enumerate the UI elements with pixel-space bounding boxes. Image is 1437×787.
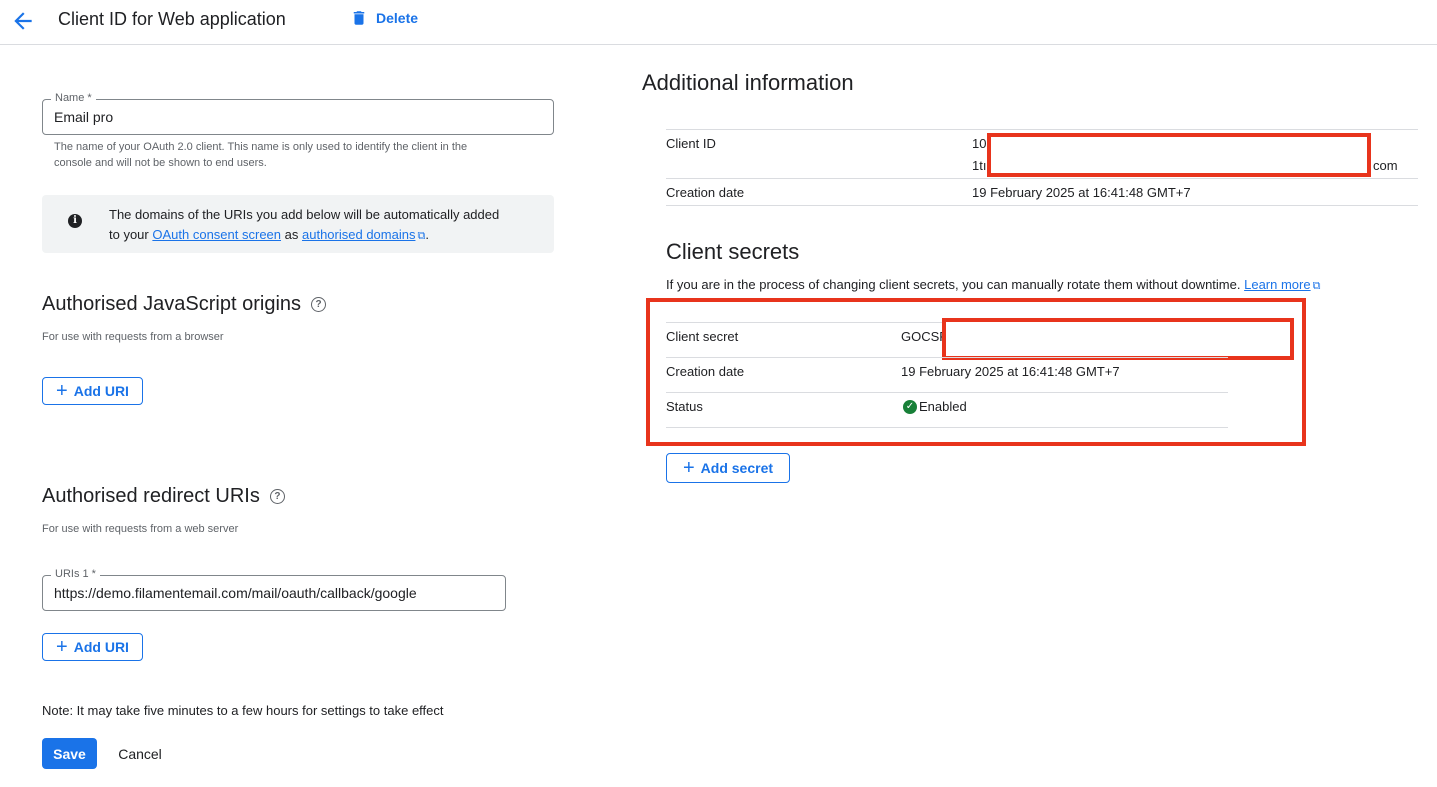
settings-note: Note: It may take five minutes to a few … bbox=[42, 703, 444, 718]
info-as: as bbox=[284, 227, 299, 242]
client-id-label: Client ID bbox=[666, 136, 716, 151]
plus-icon: + bbox=[56, 636, 68, 658]
info-line2: to your OAuth consent screen as authoris… bbox=[109, 225, 549, 246]
name-hint-line1: The name of your OAuth 2.0 client. This … bbox=[54, 141, 468, 153]
name-hint: The name of your OAuth 2.0 client. This … bbox=[54, 139, 554, 171]
authorised-domains-link[interactable]: authorised domains bbox=[302, 227, 415, 242]
cancel-button[interactable]: Cancel bbox=[108, 738, 172, 769]
help-icon[interactable]: ? bbox=[311, 297, 327, 312]
redirect-uris-heading: Authorised redirect URIs? bbox=[42, 485, 285, 508]
creation-date-label: Creation date bbox=[666, 185, 745, 200]
name-field[interactable]: Name * Email pro bbox=[42, 92, 554, 135]
additional-info-title: Additional information bbox=[642, 70, 854, 95]
client-secrets-title: Client secrets bbox=[666, 239, 800, 264]
name-field-label: Name * bbox=[51, 92, 96, 104]
client-secrets-desc-text: If you are in the process of changing cl… bbox=[666, 277, 1241, 292]
redirect-uri-field[interactable]: URIs 1 * https://demo.filamentemail.com/… bbox=[42, 568, 506, 611]
add-secret-button[interactable]: + Add secret bbox=[666, 453, 790, 483]
js-origins-title: Authorised JavaScript origins bbox=[42, 293, 302, 315]
creation-date-value: 19 February 2025 at 16:41:48 GMT+7 bbox=[972, 185, 1191, 200]
add-js-origin-label: Add URI bbox=[73, 383, 129, 399]
info-line1: The domains of the URIs you add below wi… bbox=[109, 207, 500, 222]
divider bbox=[666, 129, 1418, 130]
domains-info-box: i The domains of the URIs you add below … bbox=[42, 195, 554, 253]
oauth-consent-link[interactable]: OAuth consent screen bbox=[152, 227, 281, 242]
redirect-uris-subtitle: For use with requests from a web server bbox=[42, 523, 239, 535]
add-secret-label: Add secret bbox=[700, 460, 774, 476]
info-suffix: . bbox=[425, 227, 429, 242]
divider bbox=[666, 205, 1418, 206]
redirect-uri-value: https://demo.filamentemail.com/mail/oaut… bbox=[54, 585, 417, 601]
learn-more-link[interactable]: Learn more bbox=[1244, 277, 1310, 292]
plus-icon: + bbox=[682, 457, 695, 479]
arrow-back-icon bbox=[14, 12, 32, 30]
divider bbox=[666, 178, 1418, 179]
external-link-icon: ⧉ bbox=[1312, 280, 1321, 292]
add-js-origin-button[interactable]: + Add URI bbox=[42, 377, 143, 405]
back-button[interactable] bbox=[10, 8, 36, 34]
trash-icon bbox=[353, 11, 365, 25]
js-origins-subtitle: For use with requests from a browser bbox=[42, 331, 224, 343]
name-hint-line2: console and will not be shown to end use… bbox=[54, 157, 267, 169]
page-title: Client ID for Web application bbox=[58, 9, 286, 29]
top-bar: Client ID for Web application Delete bbox=[0, 0, 1437, 45]
name-field-value: Email pro bbox=[54, 109, 114, 125]
add-redirect-uri-button[interactable]: + Add URI bbox=[42, 633, 143, 661]
client-id-line2: 1tı bbox=[972, 158, 987, 173]
delete-label: Delete bbox=[376, 10, 419, 26]
add-redirect-uri-label: Add URI bbox=[73, 639, 129, 655]
secrets-highlight-box bbox=[646, 298, 1306, 446]
client-secrets-desc: If you are in the process of changing cl… bbox=[666, 277, 1320, 293]
delete-button[interactable]: Delete bbox=[350, 9, 418, 27]
client-id-redaction bbox=[987, 133, 1371, 177]
info-prefix: to your bbox=[109, 227, 149, 242]
client-id-line1: 10 bbox=[972, 136, 987, 151]
domains-info-text: The domains of the URIs you add below wi… bbox=[109, 205, 549, 246]
redirect-uris-title: Authorised redirect URIs bbox=[42, 485, 260, 507]
help-icon[interactable]: ? bbox=[269, 489, 285, 504]
client-id-suffix: com bbox=[1373, 158, 1398, 173]
plus-icon: + bbox=[56, 380, 68, 402]
redirect-uri-label: URIs 1 * bbox=[51, 568, 100, 580]
js-origins-heading: Authorised JavaScript origins? bbox=[42, 293, 327, 316]
save-button[interactable]: Save bbox=[42, 738, 97, 769]
info-icon: i bbox=[68, 214, 82, 228]
